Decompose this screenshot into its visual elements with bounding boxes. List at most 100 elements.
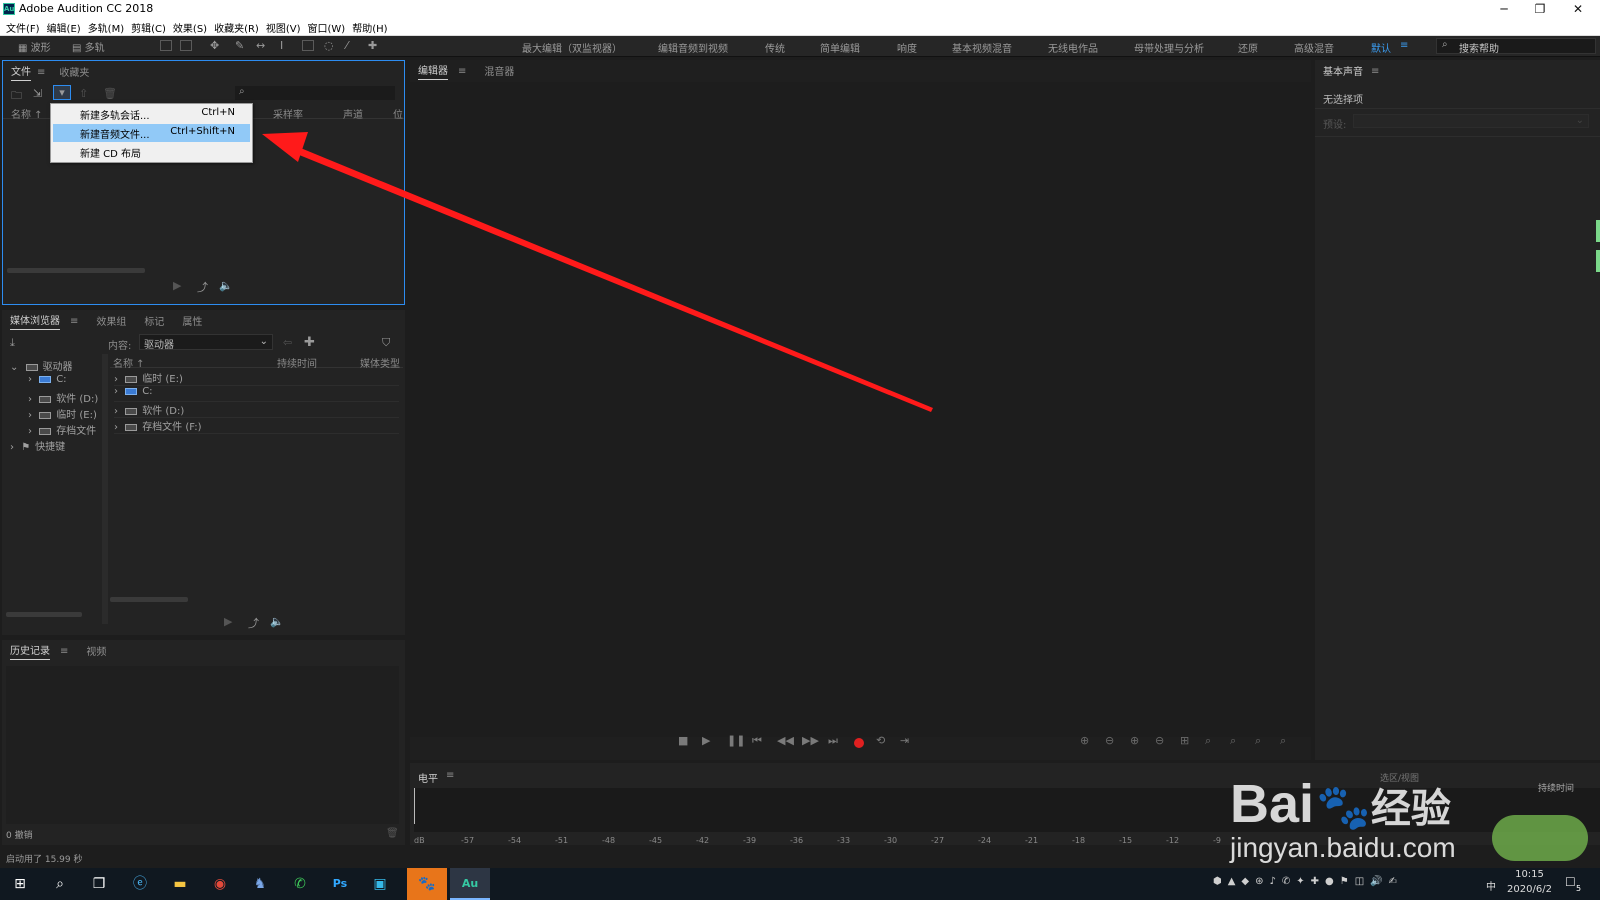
column-media-type[interactable]: 媒体类型 [360,355,400,370]
column-bit-depth[interactable]: 位 [393,106,403,121]
column-duration[interactable]: 持续时间 [277,355,317,370]
menu-item-new-cd-layout[interactable]: 新建 CD 布局 [53,143,250,161]
menu-item-new-audio-file[interactable]: 新建音频文件... Ctrl+Shift+N [53,124,250,142]
loop-icon[interactable]: ⟲ [876,734,885,747]
file-explorer-icon[interactable]: ▬ [167,872,193,896]
baidu-app-icon[interactable]: 🐾 [407,868,447,900]
workspace-classic[interactable]: 传统 [765,40,785,55]
rewind-icon[interactable]: ◀◀ [777,734,794,747]
tab-media-browser[interactable]: 媒体浏览器 [10,312,60,330]
list-item[interactable]: › 软件 (D:) [114,402,399,418]
files-scrollbar[interactable] [7,268,145,273]
zoom-out-point-icon[interactable]: ⌕ [1230,734,1236,748]
menu-effects[interactable]: 效果(S) [173,18,214,35]
pitch-display-icon[interactable] [180,40,192,51]
skip-selection-icon[interactable]: ⇥ [900,734,909,747]
workspace-radio-production[interactable]: 无线电作品 [1048,40,1098,55]
zoom-selection-icon[interactable]: ⌕ [1255,734,1261,748]
tab-mixer[interactable]: 混音器 [484,63,514,80]
stop-icon[interactable]: ■ [678,734,688,747]
tree-item-shortcuts[interactable]: › ⚑ 快捷键 [10,438,65,454]
tree-item-archive[interactable]: › 存档文件 [28,422,96,438]
pause-icon[interactable]: ❚❚ [727,734,745,747]
column-name[interactable]: 名称 ↑ [113,355,145,370]
loop-icon[interactable]: ⤴ [197,279,208,295]
task-view-icon[interactable]: ❐ [86,872,112,896]
zoom-in-point-icon[interactable]: ⌕ [1205,734,1211,748]
zoom-in-time-icon[interactable]: ⊕ [1130,734,1139,747]
lasso-tool-icon[interactable]: ◌ [324,39,334,52]
menu-help[interactable]: 帮助(H) [352,18,394,35]
play-icon[interactable]: ▶ [173,279,181,292]
multitrack-view-button[interactable]: ▤ 多轨 [72,39,105,54]
tree-item-c[interactable]: › C: [28,374,67,390]
move-tool-icon[interactable]: ✥ [210,39,219,52]
tree-item-drives[interactable]: ⌄ 驱动器 [10,358,73,374]
panel-menu-icon[interactable]: ≡ [60,646,68,657]
tree-item-e[interactable]: › 临时 (E:) [28,406,97,422]
workspace-max-edit[interactable]: 最大编辑（双监视器） [522,40,622,55]
skip-to-end-icon[interactable]: ⏭ [828,734,838,748]
tab-effects-rack[interactable]: 效果组 [96,313,126,330]
delete-icon[interactable]: 🗑 [386,828,399,839]
menu-edit[interactable]: 编辑(E) [47,18,88,35]
tab-history[interactable]: 历史记录 [10,642,50,660]
zoom-out-amplitude-icon[interactable]: ⊖ [1105,734,1114,747]
tree-scrollbar[interactable] [6,612,82,617]
slip-tool-icon[interactable]: ↔ [256,39,265,52]
menu-item-new-multitrack[interactable]: 新建多轨会话... Ctrl+N [53,105,250,123]
workspace-edit-audio-to-video[interactable]: 编辑音频到视频 [658,40,728,55]
minimize-button[interactable]: ─ [1486,0,1522,18]
panel-menu-icon[interactable]: ≡ [1371,66,1379,77]
insert-icon[interactable]: ⇧ [79,87,88,100]
clock-time[interactable]: 10:15 [1502,869,1557,880]
edge-browser-icon[interactable]: ⓔ [127,872,153,896]
tab-files[interactable]: 文件 [11,63,31,81]
waveform-area[interactable] [410,82,1311,737]
wechat-icon[interactable]: ✆ [287,872,313,896]
list-scrollbar[interactable] [110,597,188,602]
tree-splitter[interactable] [102,354,108,624]
menu-window[interactable]: 窗口(W) [308,18,353,35]
fast-forward-icon[interactable]: ▶▶ [802,734,819,747]
menu-file[interactable]: 文件(F) [6,18,47,35]
tab-video[interactable]: 视频 [86,643,106,660]
zoom-out-time-icon[interactable]: ⊖ [1155,734,1164,747]
razor-tool-icon[interactable]: ✎ [235,39,244,52]
skip-to-start-icon[interactable]: ⏮ [752,734,762,748]
tab-favorites[interactable]: 收藏夹 [59,64,89,81]
delete-icon[interactable]: 🗑 [103,87,117,100]
notification-icon[interactable]: ☐ [1565,875,1576,889]
time-selection-tool-icon[interactable]: I [280,39,283,52]
restore-button[interactable]: ❐ [1522,0,1558,18]
menu-clip[interactable]: 剪辑(C) [131,18,173,35]
help-search-input[interactable]: ⌕ 搜索帮助 [1436,38,1596,55]
download-icon[interactable]: ⤓ [10,336,15,350]
tab-properties[interactable]: 属性 [182,313,202,330]
essential-sound-title[interactable]: 基本声音 [1323,63,1363,80]
panel-menu-icon[interactable]: ≡ [458,66,466,77]
panel-menu-icon[interactable]: ≡ [446,770,454,781]
preset-select[interactable]: ⌄ [1353,114,1589,128]
zoom-all-tracks-icon[interactable]: ⌕ [1280,734,1286,748]
list-item[interactable]: › 存档文件 (F:) [114,418,399,434]
open-file-icon[interactable]: 🗀 [11,87,22,106]
workspace-mastering[interactable]: 母带处理与分析 [1134,40,1204,55]
menu-favorites[interactable]: 收藏夹(R) [214,18,266,35]
play-icon[interactable]: ▶ [224,615,232,628]
ime-indicator[interactable]: 中 [1486,878,1496,893]
workspace-reset[interactable]: 还原 [1238,40,1258,55]
autoplay-icon[interactable]: 🔈 [219,279,233,292]
clock-date[interactable]: 2020/6/2 [1502,884,1557,895]
app-icon[interactable]: ♞ [247,872,273,896]
photoshop-icon[interactable]: Ps [327,872,353,896]
list-item[interactable]: › 临时 (E:) [114,370,399,386]
column-channels[interactable]: 声道 [343,106,363,121]
waveform-view-button[interactable]: ▦ 波形 [18,39,51,54]
column-name[interactable]: 名称 ↑ [11,106,43,121]
panel-menu-icon[interactable]: ≡ [37,67,45,78]
healing-tool-icon[interactable]: ✚ [368,39,377,52]
app-icon[interactable]: ▣ [367,872,393,896]
loop-icon[interactable]: ⤴ [248,615,259,631]
audition-taskbar-icon[interactable]: Au [450,868,490,900]
